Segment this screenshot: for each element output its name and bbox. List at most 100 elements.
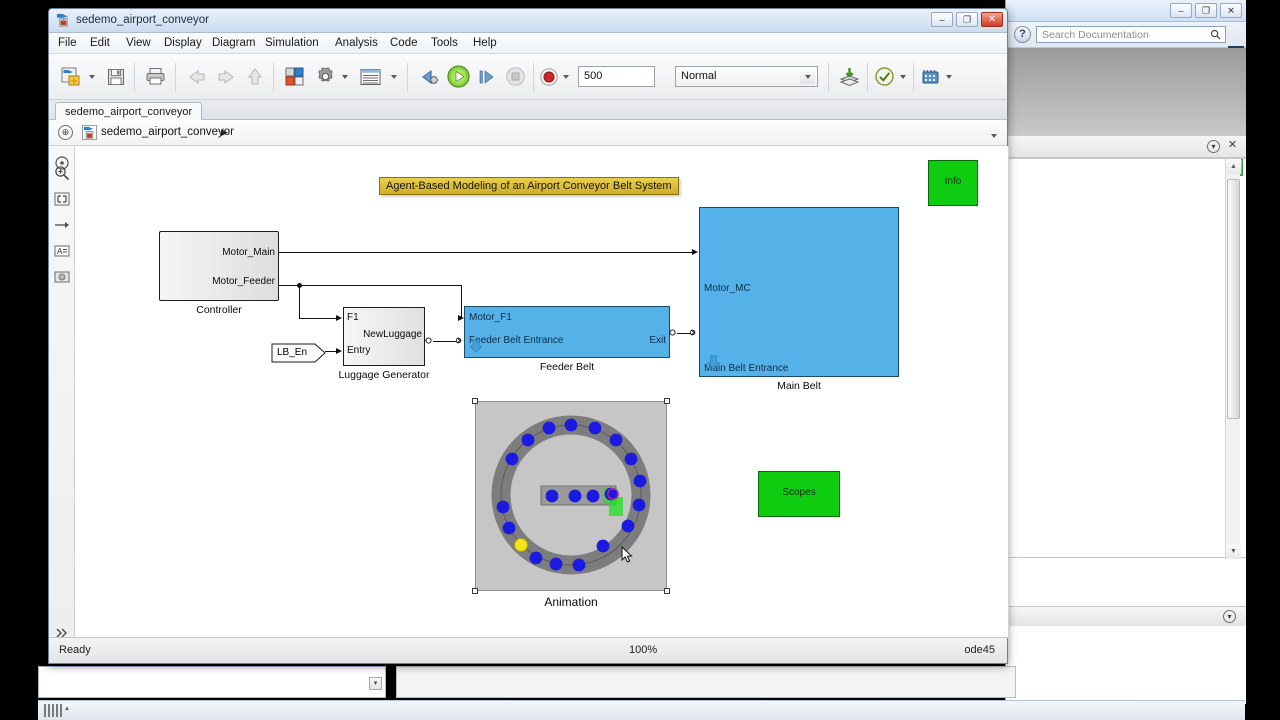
simulink-maximize-button[interactable]: ❐ [956, 12, 978, 27]
lb-en-label: LB_En [277, 347, 307, 358]
model-explorer-dropdown[interactable] [387, 61, 401, 92]
feeder-belt-input-motor-f1: Motor_F1 [469, 312, 512, 323]
status-zoom: 100% [629, 644, 657, 656]
help-circle-icon[interactable]: ? [1014, 26, 1031, 43]
screen-root: – ❐ ✕ ? Search Documentation ▾ ✕ [0, 0, 1280, 720]
wire-feeder-branch-right [299, 318, 337, 319]
block-lb-en[interactable]: LB_En [271, 343, 327, 363]
breadcrumb-path[interactable]: sedemo_airport_conveyor [101, 126, 234, 138]
simulation-mode-value: Normal [681, 70, 716, 82]
menu-analysis[interactable]: Analysis [335, 37, 378, 49]
footer-chevron-down-circle-icon[interactable]: ▾ [1223, 610, 1236, 623]
zoom-icon[interactable] [53, 164, 71, 182]
model-canvas[interactable]: Agent-Based Modeling of an Airport Conve… [75, 146, 1009, 638]
menu-code[interactable]: Code [390, 37, 418, 49]
scroll-down-icon[interactable]: ▼ [1226, 544, 1241, 559]
selection-handle-tr[interactable] [664, 398, 670, 404]
taskbar-grip-icon[interactable] [44, 704, 62, 717]
chevron-down-icon [89, 75, 95, 79]
model-configuration-button[interactable] [311, 61, 339, 92]
menu-help[interactable]: Help [473, 37, 497, 49]
back-circle-icon[interactable]: ⊕ [58, 125, 73, 140]
toolbar-separator-7 [867, 63, 868, 91]
feeder-entrance-event-port [456, 337, 463, 344]
selection-handle-tl[interactable] [472, 398, 478, 404]
snapshot-icon[interactable] [53, 268, 71, 286]
feeder-belt-label: Feeder Belt [464, 361, 670, 373]
logic-analyzer-dropdown[interactable] [942, 61, 956, 92]
library-browser-button[interactable] [281, 61, 309, 92]
scroll-up-icon[interactable]: ▲ [1226, 159, 1241, 174]
new-model-dropdown[interactable] [85, 61, 99, 92]
model-explorer-button[interactable] [355, 61, 385, 92]
forward-button[interactable] [212, 61, 240, 92]
back-arrow-icon [186, 68, 208, 86]
block-luggage-generator[interactable]: F1 Entry NewLuggage Luggage Generator [343, 307, 425, 366]
build-model-button[interactable] [835, 61, 863, 92]
step-back-button[interactable] [415, 61, 443, 92]
block-animation[interactable]: Animation [475, 401, 667, 591]
breadcrumb-dropdown-icon[interactable] [991, 129, 997, 141]
menu-simulation[interactable]: Simulation [265, 37, 319, 49]
block-controller[interactable]: Motor_Main Motor_Feeder Controller [159, 231, 279, 301]
block-feeder-belt[interactable]: Motor_F1 Feeder Belt Entrance Exit Feede… [464, 306, 670, 358]
tab-sedemo-airport-conveyor[interactable]: sedemo_airport_conveyor [55, 102, 202, 121]
close-icon[interactable]: ✕ [1226, 140, 1239, 153]
library-browser-icon [284, 66, 306, 88]
record-button[interactable] [537, 61, 561, 92]
bottom-panel-dropdown-icon[interactable]: ▾ [369, 677, 382, 690]
simulation-mode-dropdown-arrow[interactable] [800, 69, 815, 84]
feeder-exit-event-port [669, 329, 676, 336]
matlab-close-button[interactable]: ✕ [1220, 3, 1242, 18]
update-model-button[interactable] [871, 61, 897, 92]
simulink-close-button[interactable]: ✕ [981, 12, 1003, 27]
matlab-close-glyph: ✕ [1227, 6, 1235, 15]
simulation-mode-select[interactable]: Normal [675, 66, 818, 87]
menu-display[interactable]: Display [164, 37, 202, 49]
stop-button[interactable] [501, 61, 529, 92]
block-info[interactable]: Info [928, 160, 978, 206]
update-model-dropdown[interactable] [896, 61, 910, 92]
menu-edit[interactable]: Edit [90, 37, 110, 49]
up-button[interactable] [241, 61, 269, 92]
chevron-down-icon [391, 75, 397, 79]
simulink-minimize-button[interactable]: – [931, 12, 953, 27]
matlab-vertical-scrollbar[interactable]: ▲ ▼ [1225, 159, 1240, 559]
matlab-minimize-glyph: – [1178, 6, 1183, 15]
menu-tools[interactable]: Tools [431, 37, 458, 49]
scrollbar-thumb[interactable] [1227, 179, 1240, 419]
save-button[interactable] [102, 61, 130, 92]
chevron-down-circle-icon[interactable]: ▾ [1207, 140, 1220, 153]
status-state: Ready [59, 644, 91, 656]
block-scopes[interactable]: Scopes [758, 471, 840, 517]
selection-handle-br[interactable] [664, 588, 670, 594]
stop-time-input[interactable]: 500 [578, 66, 655, 87]
matlab-minimize-button[interactable]: – [1170, 3, 1192, 18]
search-documentation-input[interactable]: Search Documentation [1036, 26, 1226, 43]
menu-view[interactable]: View [126, 37, 151, 49]
fit-to-view-icon[interactable] [53, 190, 71, 208]
controller-block-label: Controller [159, 304, 279, 316]
matlab-restore-button[interactable]: ❐ [1195, 3, 1217, 18]
record-dropdown[interactable] [559, 61, 573, 92]
model-annotation[interactable]: Agent-Based Modeling of an Airport Conve… [379, 177, 679, 195]
taskbar-strip [38, 700, 1245, 720]
label-icon[interactable]: A [53, 242, 71, 260]
new-model-button[interactable] [57, 61, 85, 92]
logic-analyzer-button[interactable] [917, 61, 943, 92]
signal-port-icon[interactable] [53, 216, 71, 234]
build-model-icon [838, 65, 861, 88]
wire-feeder-branch-down [299, 285, 300, 318]
step-forward-button[interactable] [473, 61, 501, 92]
run-button[interactable] [443, 61, 473, 92]
menu-diagram[interactable]: Diagram [212, 37, 255, 49]
step-forward-icon [476, 67, 498, 87]
back-button[interactable] [183, 61, 211, 92]
wire-exit-to-main [677, 333, 690, 334]
block-main-belt[interactable]: Motor_MC Main Belt Entrance Main Belt [699, 207, 899, 377]
print-button[interactable] [141, 61, 169, 92]
selection-handle-bl[interactable] [472, 588, 478, 594]
model-configuration-dropdown[interactable] [338, 61, 352, 92]
menu-file[interactable]: File [58, 37, 77, 49]
matlab-panel-footer: ▾ [1006, 606, 1246, 626]
